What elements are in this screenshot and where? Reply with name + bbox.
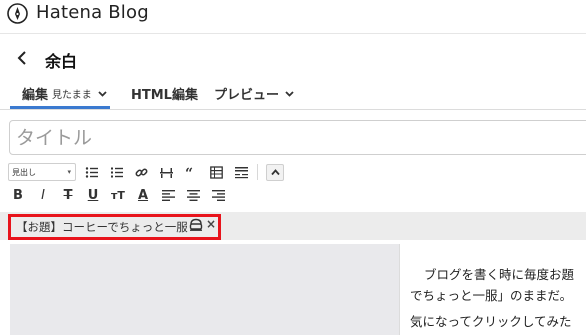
title-input[interactable] (9, 120, 586, 155)
brand-logo-text[interactable]: Hatena Blog (36, 2, 149, 23)
align-left-icon[interactable] (158, 186, 178, 204)
bold-button[interactable]: B (8, 186, 28, 204)
underline-button[interactable]: U (83, 186, 103, 204)
chevron-down-icon (98, 90, 107, 97)
hatena-pen-icon[interactable] (7, 3, 28, 24)
text-color-button[interactable]: A (133, 186, 153, 204)
tab-html-label: HTML編集 (131, 88, 198, 103)
heading-select[interactable]: 見出し ▾ (8, 163, 76, 181)
quote-icon[interactable]: “ (181, 163, 201, 181)
editor-text-line: ブログを書く時に毎度お題 (424, 267, 575, 282)
active-tab-indicator (10, 106, 110, 109)
font-size-button[interactable]: тT (108, 186, 128, 204)
numbered-list-icon[interactable] (106, 163, 126, 181)
chevron-left-icon[interactable] (16, 51, 28, 65)
separator-icon[interactable] (156, 163, 176, 181)
italic-button[interactable]: I (33, 186, 53, 204)
editor-tabs: 編集 見たまま HTML編集 プレビュー (0, 76, 586, 110)
align-right-icon[interactable] (208, 186, 228, 204)
svg-text:“: “ (185, 166, 193, 179)
app-header: Hatena Blog (0, 0, 586, 30)
editor-text-line: 気になってクリックしてみた (410, 314, 572, 329)
strikethrough-button[interactable]: T (58, 186, 78, 204)
toolbar-row-text: B I T U тT A (8, 185, 228, 205)
header-divider (0, 33, 586, 34)
toolbar-divider (257, 164, 258, 180)
annotation-highlight-box (8, 214, 221, 240)
tab-edit-wysiwyg[interactable]: 編集 見たまま (22, 84, 107, 103)
chevron-down-icon (285, 90, 294, 97)
tab-html-edit[interactable]: HTML編集 (131, 84, 198, 103)
heading-select-value: 見出し (12, 167, 36, 177)
table-icon[interactable] (206, 163, 226, 181)
tab-preview[interactable]: プレビュー (214, 84, 294, 103)
caret-down-icon: ▾ (67, 168, 71, 176)
align-center-icon[interactable] (183, 186, 203, 204)
page-title: 余白 (45, 52, 78, 71)
link-icon[interactable] (131, 163, 151, 181)
toolbar-row-format: 見出し ▾ “ (8, 162, 284, 182)
more-icon[interactable] (231, 163, 251, 181)
editor-text-line: でちょっと一服」のままだ。 (410, 288, 573, 303)
tab-preview-label: プレビュー (214, 88, 280, 103)
bulleted-list-icon[interactable] (81, 163, 101, 181)
collapse-icon[interactable] (266, 163, 284, 181)
tab-edit-sublabel: 見たまま (52, 90, 92, 101)
tab-edit-label: 編集 (22, 88, 49, 103)
